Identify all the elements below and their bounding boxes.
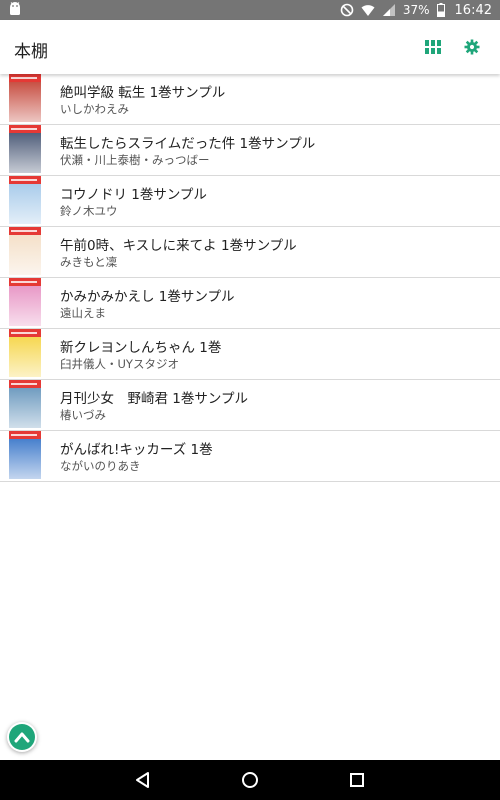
- book-title: 新クレヨンしんちゃん 1巻: [60, 340, 222, 356]
- list-item[interactable]: 午前0時、キスしに来てよ 1巻サンプル みきもと凜: [0, 227, 500, 278]
- grid-view-icon[interactable]: [425, 40, 441, 54]
- scroll-top-button[interactable]: [7, 722, 37, 752]
- recents-icon[interactable]: [347, 770, 367, 790]
- home-icon[interactable]: [240, 770, 260, 790]
- book-cover: [9, 329, 41, 377]
- do-not-disturb-icon: [340, 3, 354, 17]
- book-cover: [9, 431, 41, 479]
- book-cover: [9, 176, 41, 224]
- book-title: コウノドリ 1巻サンプル: [60, 187, 207, 203]
- book-title: 月刊少女 野崎君 1巻サンプル: [60, 391, 248, 407]
- status-bar: 37% 16:42: [0, 0, 500, 20]
- book-cover: [9, 125, 41, 173]
- book-title: 転生したらスライムだった件 1巻サンプル: [60, 136, 316, 152]
- list-item[interactable]: 絶叫学級 転生 1巻サンプル いしかわえみ: [0, 74, 500, 125]
- book-author: ながいのりあき: [60, 459, 141, 473]
- book-author: 遠山えま: [60, 306, 106, 320]
- book-title: 午前0時、キスしに来てよ 1巻サンプル: [60, 238, 297, 254]
- app-bar: 本棚: [0, 20, 500, 74]
- book-list: 絶叫学級 転生 1巻サンプル いしかわえみ 転生したらスライムだった件 1巻サン…: [0, 74, 500, 482]
- book-cover: [9, 227, 41, 275]
- clock: 16:42: [454, 2, 492, 18]
- list-item[interactable]: かみかみかえし 1巻サンプル 遠山えま: [0, 278, 500, 329]
- book-cover: [9, 278, 41, 326]
- book-title: 絶叫学級 転生 1巻サンプル: [60, 85, 226, 101]
- navigation-bar: [0, 760, 500, 800]
- chevron-up-icon: [14, 732, 30, 743]
- list-item[interactable]: 新クレヨンしんちゃん 1巻 臼井儀人・UYスタジオ: [0, 329, 500, 380]
- wifi-icon: [361, 5, 375, 16]
- signal-icon: [382, 4, 395, 16]
- android-icon: [10, 2, 20, 15]
- settings-gear-icon[interactable]: [463, 38, 481, 56]
- book-author: いしかわえみ: [60, 102, 129, 116]
- book-title: がんばれ!キッカーズ 1巻: [60, 442, 213, 458]
- book-cover: [9, 380, 41, 428]
- book-author: 鈴ノ木ユウ: [60, 204, 118, 218]
- list-item[interactable]: コウノドリ 1巻サンプル 鈴ノ木ユウ: [0, 176, 500, 227]
- book-title: かみかみかえし 1巻サンプル: [60, 289, 235, 305]
- battery-icon: [436, 3, 445, 17]
- book-author: 椿いづみ: [60, 408, 106, 422]
- page-title: 本棚: [14, 42, 48, 62]
- list-item[interactable]: 月刊少女 野崎君 1巻サンプル 椿いづみ: [0, 380, 500, 431]
- book-author: 臼井儀人・UYスタジオ: [60, 357, 179, 371]
- book-author: みきもと凜: [60, 255, 118, 269]
- list-item[interactable]: 転生したらスライムだった件 1巻サンプル 伏瀬・川上泰樹・みっつばー: [0, 125, 500, 176]
- book-author: 伏瀬・川上泰樹・みっつばー: [60, 153, 210, 167]
- back-icon[interactable]: [133, 770, 153, 790]
- book-cover: [9, 74, 41, 122]
- list-item[interactable]: がんばれ!キッカーズ 1巻 ながいのりあき: [0, 431, 500, 482]
- battery-percent: 37%: [402, 3, 430, 17]
